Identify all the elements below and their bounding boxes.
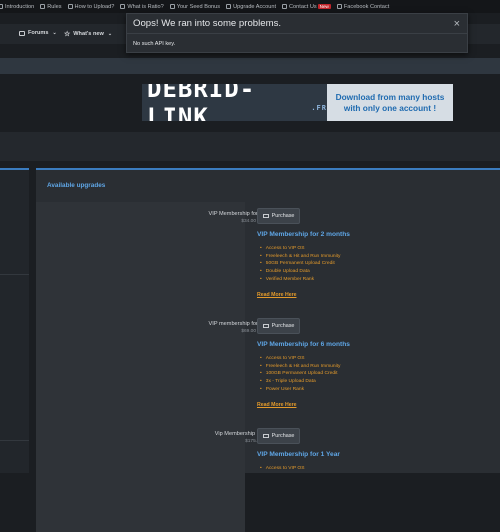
bonus-icon [169, 4, 175, 9]
home-icon [0, 4, 3, 9]
feature-item: Power User Rank [266, 386, 340, 394]
forums-icon [19, 30, 25, 36]
contact-icon [282, 4, 287, 9]
ratio-icon [120, 4, 126, 9]
feature-item: 50GB Permanent Upload Credit [266, 260, 340, 268]
top-link-seed-bonus[interactable]: Your Seed Bonus [169, 4, 220, 10]
upgrade-title: VIP Membership for 2 months [257, 231, 350, 238]
feature-item: 3x - Triple Upload Data [266, 378, 340, 386]
upgrade-label-cell [36, 422, 245, 532]
top-link-rules[interactable]: Rules [40, 4, 62, 10]
star-icon: ☆ [64, 31, 71, 38]
sub-nav-strip [0, 58, 500, 74]
feature-list: Access to VIP OS [266, 465, 305, 473]
feature-item: Access to VIP OS [266, 355, 340, 363]
error-message: No such API key. [133, 41, 176, 47]
card-icon [262, 324, 269, 328]
upgrade-icon [226, 4, 232, 9]
purchase-button[interactable]: Purchase [257, 318, 300, 334]
upgrades-panel: Available upgrades VIP Membership for 2 … [36, 168, 500, 532]
feature-item: Freeleech & Hit and Run Immunity [266, 363, 341, 371]
debrid-link-banner[interactable]: DEBRID-LINK .FR Download from many hosts … [142, 84, 453, 121]
upload-icon [67, 4, 73, 9]
feature-item: Double Upload Data [266, 268, 340, 276]
upgrade-title: VIP Membership for 1 Year [257, 451, 340, 458]
chevron-down-icon: ⌄ [107, 31, 113, 37]
error-dialog-title: Oops! We ran into some problems. [127, 14, 467, 34]
top-link-upgrade-account[interactable]: Upgrade Account [226, 4, 276, 10]
upgrade-row-2-months: VIP Membership for 2 months: $34.00 for … [36, 202, 500, 312]
top-links-bar: Introduction Rules How to Upload? What i… [0, 0, 500, 13]
feature-item: Freeleech & Hit and Run Immunity [266, 253, 341, 261]
page-header-band [0, 132, 500, 161]
purchase-button[interactable]: Purchase [257, 208, 300, 224]
upgrade-row-1-year: Vip Membership For 1 Year: $175.00 for 1… [36, 422, 500, 532]
top-link-how-to-upload[interactable]: How to Upload? [67, 4, 114, 10]
sidebar-column [0, 168, 29, 473]
feature-list: Access to VIP OS Freeleech & Hit and Run… [266, 355, 341, 394]
banner-slogan: Download from many hosts with only one a… [327, 84, 453, 121]
feature-item: Access to VIP OS [266, 245, 340, 253]
top-link-introduction[interactable]: Introduction [0, 4, 34, 10]
card-icon [262, 214, 269, 218]
read-more-link[interactable]: Read More Here [257, 292, 297, 298]
upgrade-row-6-months: VIP membership for 6 Months: $69.00 for … [36, 312, 500, 422]
top-link-ratio[interactable]: What is Ratio? [120, 4, 164, 10]
upgrade-title: VIP Membership for 6 months [257, 341, 350, 348]
feature-item: Verified Member Rank [266, 276, 340, 284]
error-dialog: Oops! We ran into some problems. × No su… [126, 13, 468, 53]
new-badge: New [317, 4, 331, 9]
rules-icon [40, 4, 46, 9]
chevron-down-icon: ⌄ [52, 30, 57, 36]
nav-forums[interactable]: Forums ⌄ [19, 30, 57, 36]
divider [0, 274, 29, 275]
divider [0, 440, 29, 441]
feature-item: Access to VIP OS [266, 465, 305, 473]
read-more-link[interactable]: Read More Here [257, 402, 297, 408]
close-icon[interactable]: × [454, 18, 460, 30]
nav-whats-new[interactable]: ☆ What's new ⌄ [64, 30, 112, 38]
feature-list: Access to VIP OS Freeleech & Hit and Run… [266, 245, 341, 284]
card-icon [262, 434, 269, 438]
feature-item: 100GB Permanent Upload Credit [266, 370, 340, 378]
purchase-button[interactable]: Purchase [257, 428, 300, 444]
debrid-link-logo: DEBRID-LINK .FR [142, 84, 327, 121]
top-link-facebook-contact[interactable]: Facebook Contact [336, 4, 389, 10]
facebook-icon [336, 4, 342, 9]
upgrades-heading: Available upgrades [47, 182, 106, 189]
top-link-contact-us[interactable]: Contact Us New [282, 4, 331, 10]
